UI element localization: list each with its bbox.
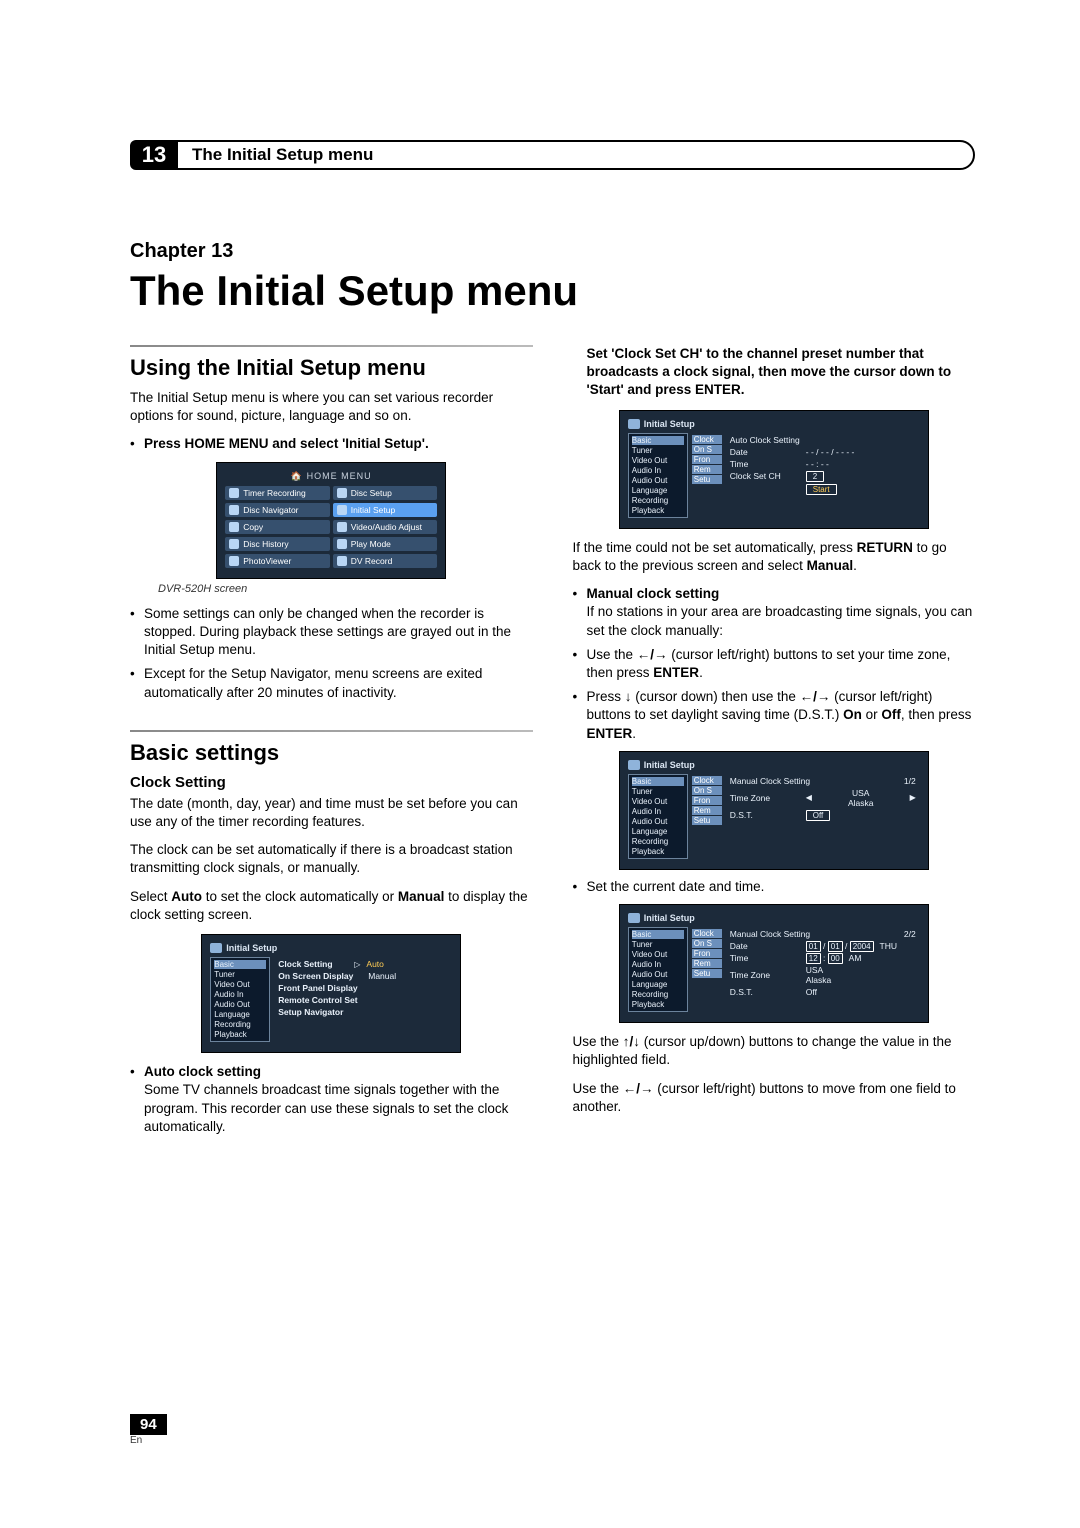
- arrow-down-icon: ↓: [625, 689, 632, 704]
- setup-screenshot-autoclock: Initial Setup Basic Tuner Video Out Audi…: [619, 410, 929, 529]
- menu-item: Disc Navigator: [225, 503, 330, 517]
- body-text: Use the ↑/↓ (cursor up/down) buttons to …: [573, 1033, 976, 1069]
- chapter-title-pill: The Initial Setup menu: [176, 140, 975, 170]
- bullet-item: • Manual clock setting If no stations in…: [573, 585, 976, 640]
- fig-sidebar: Basic Tuner Video Out Audio In Audio Out…: [210, 957, 270, 1042]
- home-menu-screenshot: 🏠 HOME MENU Timer Recording Disc Setup D…: [216, 462, 446, 579]
- bullet-item: •Set the current date and time.: [573, 878, 976, 896]
- left-column: Using the Initial Setup menu The Initial…: [130, 345, 533, 1142]
- bullet-item: •Some settings can only be changed when …: [130, 605, 533, 660]
- page-header: 13 The Initial Setup menu: [130, 140, 975, 170]
- setup-screenshot-manualclock1: Initial Setup Basic Tuner Video Out Audi…: [619, 751, 929, 870]
- home-menu-title: HOME MENU: [307, 471, 372, 481]
- bullet-title: Manual clock setting: [587, 586, 720, 601]
- body-text: The Initial Setup menu is where you can …: [130, 389, 533, 425]
- fig-main: Clock Setting▷Auto On Screen DisplayManu…: [274, 957, 452, 1042]
- fig-sidebar: Basic Tuner Video Out Audio In Audio Out…: [628, 927, 688, 1012]
- gear-icon: [628, 913, 640, 923]
- fig-submenu: Clock On S Fron Rem Setu: [692, 927, 722, 1012]
- section-rule: [130, 730, 533, 732]
- section-heading: Using the Initial Setup menu: [130, 355, 533, 381]
- figure-caption: DVR-520H screen: [158, 583, 533, 595]
- bullet-title: Auto clock setting: [144, 1064, 261, 1079]
- instruction-text: Set 'Clock Set CH' to the channel preset…: [573, 345, 976, 400]
- bullet-item: • Auto clock setting Some TV channels br…: [130, 1063, 533, 1136]
- menu-item: Disc History: [225, 537, 330, 551]
- body-text: If the time could not be set automatical…: [573, 539, 976, 575]
- fig-title: Initial Setup: [226, 943, 277, 953]
- arrow-up-down-icon: ↑/↓: [623, 1034, 640, 1049]
- menu-item: Timer Recording: [225, 486, 330, 500]
- chapter-label: Chapter 13: [130, 240, 975, 263]
- gear-icon: [628, 419, 640, 429]
- page-language: En: [130, 1435, 167, 1446]
- setup-screenshot-manualclock2: Initial Setup Basic Tuner Video Out Audi…: [619, 904, 929, 1023]
- fig-title: Initial Setup: [644, 760, 695, 770]
- section-rule: [130, 345, 533, 347]
- sub-heading: Clock Setting: [130, 774, 533, 791]
- arrow-left-right-icon: ←/→: [623, 1081, 654, 1096]
- menu-item: Play Mode: [333, 537, 438, 551]
- timer-icon: [229, 488, 239, 498]
- body-text: The clock can be set automatically if th…: [130, 841, 533, 877]
- body-text: Use the ←/→ (cursor left/right) buttons …: [573, 1080, 976, 1116]
- arrow-left-right-icon: ←/→: [800, 689, 831, 704]
- fig-main: Manual Clock Setting2/2 Date01 / 01 / 20…: [726, 927, 920, 1012]
- fig-submenu: Clock On S Fron Rem Setu: [692, 433, 722, 518]
- body-text: Select Auto to set the clock automatical…: [130, 888, 533, 924]
- gear-icon: [628, 760, 640, 770]
- bullet-text: Some TV channels broadcast time signals …: [144, 1082, 508, 1133]
- menu-item: Video/Audio Adjust: [333, 520, 438, 534]
- history-icon: [229, 539, 239, 549]
- menu-item-selected: Initial Setup: [333, 503, 438, 517]
- bullet-item: • Press ↓ (cursor down) then use the ←/→…: [573, 688, 976, 743]
- fig-sidebar: Basic Tuner Video Out Audio In Audio Out…: [628, 433, 688, 518]
- fig-title: Initial Setup: [644, 419, 695, 429]
- right-column: Set 'Clock Set CH' to the channel preset…: [573, 345, 976, 1142]
- bullet-item: •Except for the Setup Navigator, menu sc…: [130, 665, 533, 701]
- fig-title: Initial Setup: [644, 913, 695, 923]
- fig-submenu: Clock On S Fron Rem Setu: [692, 774, 722, 859]
- menu-item: Disc Setup: [333, 486, 438, 500]
- page-footer: 94 En: [130, 1414, 167, 1446]
- copy-icon: [229, 522, 239, 532]
- fig-sidebar: Basic Tuner Video Out Audio In Audio Out…: [628, 774, 688, 859]
- bullet-text: Except for the Setup Navigator, menu scr…: [144, 665, 533, 701]
- disc-icon: [337, 488, 347, 498]
- fig-main: Manual Clock Setting1/2 Time Zone◀USAAla…: [726, 774, 920, 859]
- fig-main: Auto Clock Setting Date- - / - - / - - -…: [726, 433, 920, 518]
- gear-icon: [210, 943, 222, 953]
- page-number: 94: [130, 1414, 167, 1435]
- chapter-number-badge: 13: [130, 140, 178, 170]
- bullet-text: Some settings can only be changed when t…: [144, 605, 533, 660]
- setup-icon: [337, 505, 347, 515]
- dv-icon: [337, 556, 347, 566]
- play-icon: [337, 539, 347, 549]
- section-heading: Basic settings: [130, 740, 533, 766]
- menu-item: Copy: [225, 520, 330, 534]
- menu-item: PhotoViewer: [225, 554, 330, 568]
- arrow-left-right-icon: ←/→: [637, 647, 668, 662]
- adjust-icon: [337, 522, 347, 532]
- page-title: The Initial Setup menu: [130, 267, 975, 315]
- bullet-text: Press HOME MENU and select 'Initial Setu…: [144, 435, 533, 453]
- photo-icon: [229, 556, 239, 566]
- bullet-text: If no stations in your area are broadcas…: [587, 604, 973, 637]
- bullet-item: • Use the ←/→ (cursor left/right) button…: [573, 646, 976, 682]
- bullet-text: Set the current date and time.: [587, 878, 976, 896]
- setup-screenshot-basic: Initial Setup Basic Tuner Video Out Audi…: [201, 934, 461, 1053]
- body-text: The date (month, day, year) and time mus…: [130, 795, 533, 831]
- bullet-item: •Press HOME MENU and select 'Initial Set…: [130, 435, 533, 453]
- nav-icon: [229, 505, 239, 515]
- menu-item: DV Record: [333, 554, 438, 568]
